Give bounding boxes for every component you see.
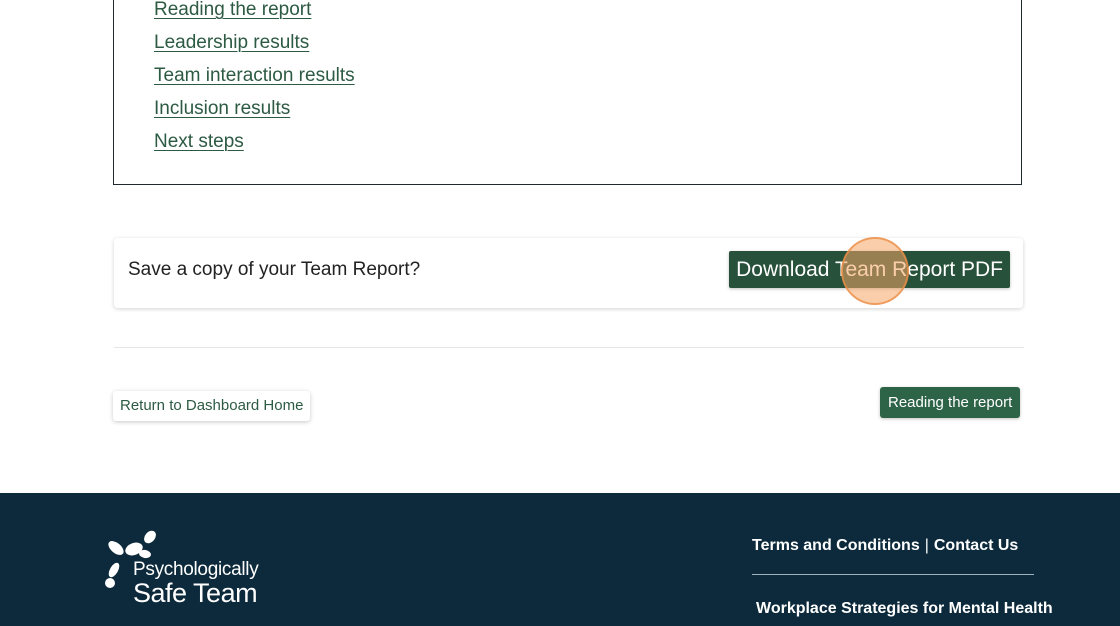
divider: [114, 347, 1024, 348]
toc-list: Reading the report Leadership results Te…: [154, 0, 355, 162]
footer-divider: [752, 574, 1034, 575]
toc-link-leadership-results[interactable]: Leadership results: [154, 32, 309, 53]
site-footer: Psychologically Safe Team Terms and Cond…: [0, 493, 1120, 626]
list-item: Reading the report: [154, 0, 355, 30]
list-item: Inclusion results: [154, 96, 355, 129]
contact-link[interactable]: Contact Us: [934, 537, 1018, 554]
download-pdf-button[interactable]: Download Team Report PDF: [729, 251, 1010, 288]
return-dashboard-button[interactable]: Return to Dashboard Home: [113, 391, 311, 421]
report-page: Reading the report Leadership results Te…: [0, 0, 1120, 626]
toc-link-reading-the-report[interactable]: Reading the report: [154, 0, 311, 20]
save-report-card: Save a copy of your Team Report? Downloa…: [114, 238, 1023, 308]
toc-link-inclusion-results[interactable]: Inclusion results: [154, 98, 290, 119]
footer-links: Terms and Conditions | Contact Us: [752, 537, 1018, 555]
list-item: Next steps: [154, 129, 355, 162]
list-item: Team interaction results: [154, 63, 355, 96]
footer-org-name[interactable]: Workplace Strategies for Mental Health: [756, 600, 1053, 618]
save-prompt-text: Save a copy of your Team Report?: [128, 259, 421, 280]
logo-text-safe-team: Safe Team: [133, 578, 258, 608]
table-of-contents: Reading the report Leadership results Te…: [113, 0, 1022, 185]
toc-link-next-steps[interactable]: Next steps: [154, 131, 244, 152]
list-item: Leadership results: [154, 30, 355, 63]
psychologically-safe-team-logo[interactable]: Psychologically Safe Team: [100, 527, 270, 608]
link-separator: |: [924, 537, 929, 554]
reading-report-button[interactable]: Reading the report: [880, 387, 1021, 418]
terms-link[interactable]: Terms and Conditions: [752, 537, 920, 554]
toc-link-team-interaction-results[interactable]: Team interaction results: [154, 65, 355, 86]
